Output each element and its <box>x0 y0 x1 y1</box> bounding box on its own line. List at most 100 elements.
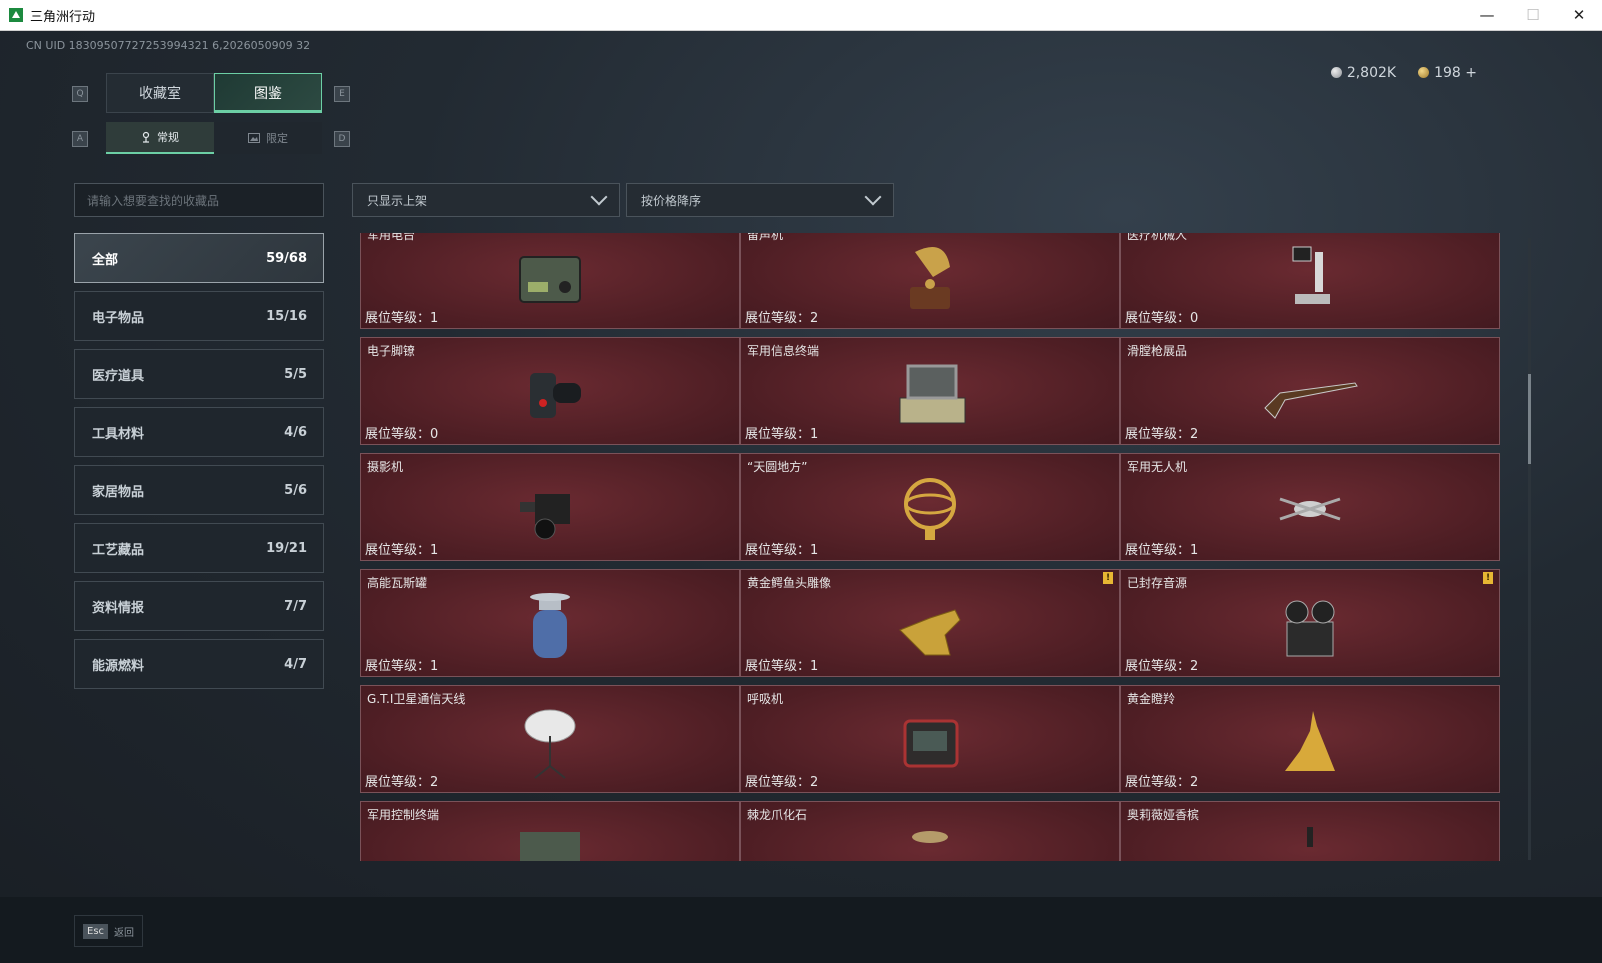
item-card[interactable]: 军用信息终端 展位等级：1 <box>740 337 1120 445</box>
category-electronics[interactable]: 电子物品 15/16 <box>74 291 324 341</box>
item-card[interactable]: 奥莉薇娅香槟 <box>1120 801 1500 861</box>
item-card[interactable]: 军用无人机 展位等级：1 <box>1120 453 1500 561</box>
category-intel[interactable]: 资料情报 7/7 <box>74 581 324 631</box>
fossil-icon <box>912 831 948 844</box>
back-button[interactable]: Esc 返回 <box>74 915 144 947</box>
item-level: 展位等级：2 <box>745 775 819 790</box>
chevron-down-icon <box>864 188 882 206</box>
grid-scrollbar[interactable] <box>1528 238 1531 860</box>
reel-recorder-icon <box>1285 600 1335 657</box>
item-level: 展位等级：2 <box>1125 427 1199 442</box>
back-label: 返回 <box>114 927 135 939</box>
item-card[interactable]: 高能瓦斯罐展位等级：1 <box>360 569 740 677</box>
item-name: 高能瓦斯罐 <box>367 576 428 590</box>
tab-catalog[interactable]: 图鉴 <box>214 73 322 113</box>
item-card[interactable]: 棘龙爪化石 <box>740 801 1120 861</box>
item-level: 展位等级：1 <box>745 427 819 442</box>
gold-coin-icon <box>1418 67 1430 78</box>
alert-badge-icon: ! <box>1483 572 1493 584</box>
item-name: 黄金鳄鱼头雕像 <box>747 576 832 590</box>
subtab-limited[interactable]: 限定 <box>214 122 322 154</box>
item-level: 展位等级：2 <box>365 775 439 790</box>
subtab-regular[interactable]: 常规 <box>106 122 214 154</box>
window-controls: — ☐ ✕ <box>1464 0 1602 30</box>
item-name: 留声机 <box>747 233 784 242</box>
category-crafts[interactable]: 工艺藏品 19/21 <box>74 523 324 573</box>
item-name: 棘龙爪化石 <box>747 808 808 822</box>
item-card[interactable]: 黄金瞪羚 展位等级：2 <box>1120 685 1500 793</box>
add-currency-button[interactable]: + <box>1465 65 1477 81</box>
maximize-button[interactable]: ☐ <box>1510 0 1556 30</box>
category-tools[interactable]: 工具材料 4/6 <box>74 407 324 457</box>
item-card[interactable]: 滑膛枪展品 展位等级：2 <box>1120 337 1500 445</box>
currency-display: 2,802K 198 + <box>1330 65 1477 81</box>
ventilator-icon <box>903 719 959 768</box>
item-card[interactable]: 留声机展位等级：2 <box>740 233 1120 329</box>
armillary-icon <box>904 478 956 541</box>
item-name: 已封存音源 <box>1127 576 1188 590</box>
window-title: 三角洲行动 <box>30 9 96 25</box>
item-name: 呼吸机 <box>747 692 784 706</box>
app-logo-icon <box>9 8 23 22</box>
key-hint-a: A <box>72 131 88 147</box>
item-level: 展位等级：1 <box>365 543 439 558</box>
musket-icon <box>1264 382 1358 419</box>
key-hint-e: E <box>334 86 350 102</box>
main-tabs: 收藏室 图鉴 <box>106 73 322 113</box>
item-level: 展位等级：0 <box>365 427 439 442</box>
category-household[interactable]: 家居物品 5/6 <box>74 465 324 515</box>
item-card[interactable]: 军用电台展位等级：1 <box>360 233 740 329</box>
item-name: 军用电台 <box>367 233 416 242</box>
image-icon <box>248 133 260 143</box>
player-uid: CN UID 18309507727253994321 6,2026050909… <box>26 39 311 52</box>
item-name: 医疗机械人 <box>1127 233 1188 242</box>
key-hint-q: Q <box>72 86 88 102</box>
silver-currency: 2,802K <box>1330 65 1396 81</box>
champagne-icon <box>1307 827 1313 848</box>
item-card[interactable]: 电子脚镣 展位等级：0 <box>360 337 740 445</box>
gold-currency: 198 + <box>1418 65 1477 81</box>
item-card[interactable]: “天圆地方” 展位等级：1 <box>740 453 1120 561</box>
gramophone-icon <box>910 247 950 310</box>
category-energy[interactable]: 能源燃料 4/7 <box>74 639 324 689</box>
item-card[interactable]: 黄金鳄鱼头雕像 展位等级：1! <box>740 569 1120 677</box>
gold-gazelle-icon <box>1285 711 1335 772</box>
satellite-dish-icon <box>524 709 576 779</box>
item-level: 展位等级：2 <box>745 311 819 326</box>
gold-croc-icon <box>899 609 961 656</box>
item-level: 展位等级：2 <box>1125 659 1199 674</box>
item-card[interactable]: 军用控制终端 <box>360 801 740 861</box>
sort-dropdown[interactable]: 按价格降序 <box>626 183 894 217</box>
category-all[interactable]: 全部 59/68 <box>74 233 324 283</box>
gas-tank-icon <box>530 593 570 659</box>
item-name: 摄影机 <box>367 460 404 474</box>
ankle-monitor-icon <box>530 373 581 419</box>
camera-icon <box>520 494 570 540</box>
item-name: “天圆地方” <box>747 460 808 474</box>
item-card[interactable]: 已封存音源展位等级：2! <box>1120 569 1500 677</box>
sub-tabs: 常规 限定 <box>106 122 322 154</box>
collection-grid: 军用电台 展位等级：1 留声机 展位等级：2 医疗机械人 展位等级：0 电子脚镣 展位等级：0… <box>360 233 1522 861</box>
item-name: 奥莉薇娅香槟 <box>1127 808 1200 822</box>
category-medical[interactable]: 医疗道具 5/5 <box>74 349 324 399</box>
item-level: 展位等级：1 <box>365 659 439 674</box>
item-level: 展位等级：1 <box>365 311 439 326</box>
close-button[interactable]: ✕ <box>1556 0 1602 30</box>
item-card[interactable]: 医疗机械人展位等级：0 <box>1120 233 1500 329</box>
item-card[interactable]: 呼吸机展位等级：2 <box>740 685 1120 793</box>
shelf-filter-dropdown[interactable]: 只显示上架 <box>352 183 620 217</box>
scrollbar-thumb[interactable] <box>1528 374 1531 464</box>
item-name: 军用信息终端 <box>747 344 820 358</box>
item-card[interactable]: 摄影机展位等级：1 <box>360 453 740 561</box>
search-input[interactable]: 请输入想要查找的收藏品 <box>74 183 324 217</box>
item-level: 展位等级：0 <box>1125 311 1199 326</box>
tab-collection-room[interactable]: 收藏室 <box>106 73 214 113</box>
alert-badge-icon: ! <box>1103 572 1113 584</box>
title-bar: 三角洲行动 — ☐ ✕ <box>0 0 1602 31</box>
esc-key-hint: Esc <box>83 923 109 939</box>
item-level: 展位等级：1 <box>745 659 819 674</box>
item-card[interactable]: G.T.I卫星通信天线 展位等级：2 <box>360 685 740 793</box>
minimize-button[interactable]: — <box>1464 0 1510 30</box>
laptop-case-icon <box>899 364 966 424</box>
chevron-down-icon <box>590 188 608 206</box>
